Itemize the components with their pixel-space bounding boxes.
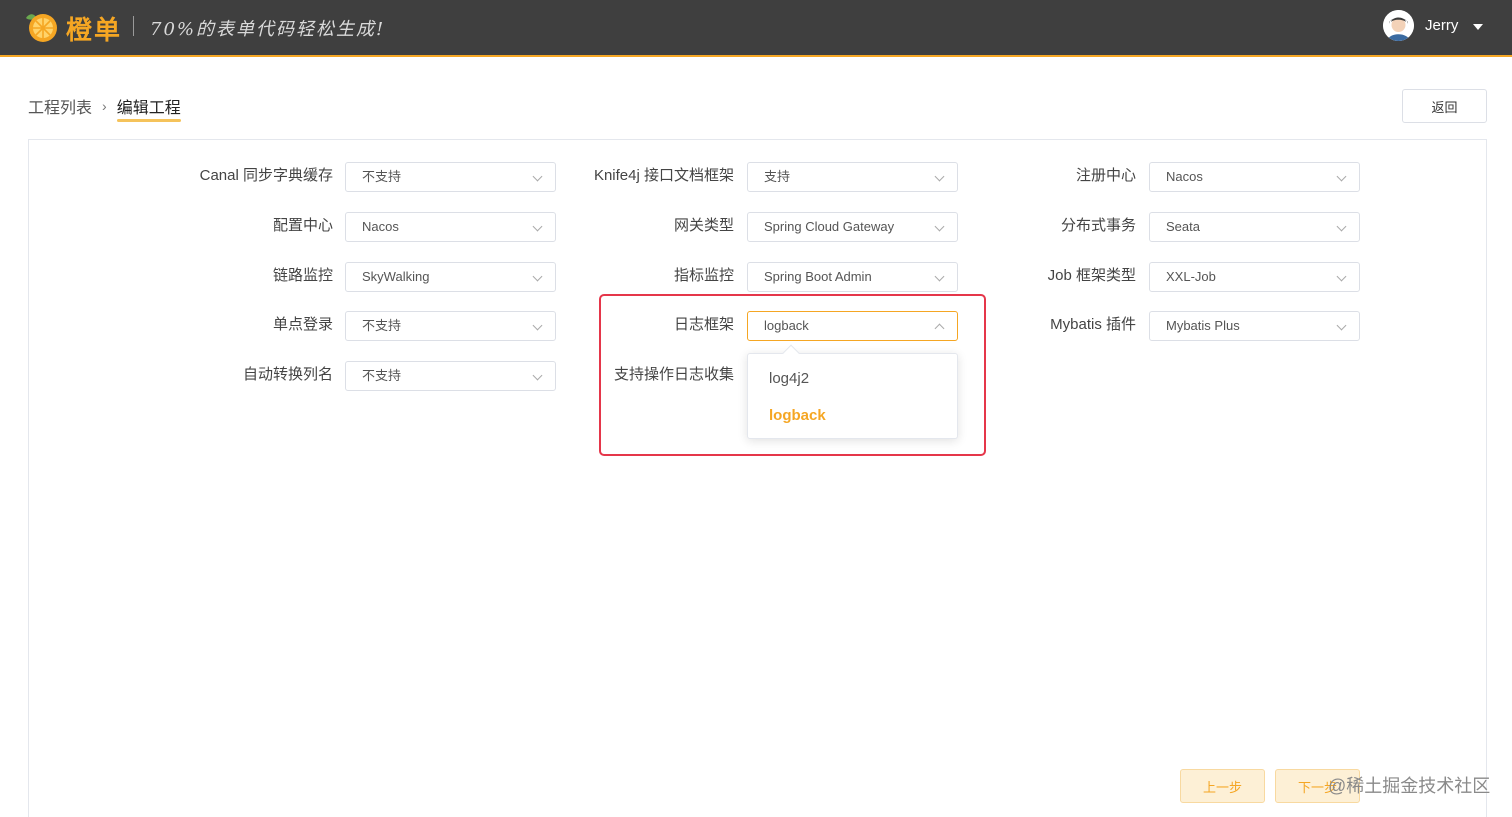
prev-step-button[interactable]: 上一步 — [1180, 769, 1265, 803]
select-value: Spring Cloud Gateway — [764, 219, 895, 234]
field-label-job: Job 框架类型 — [1047, 267, 1136, 284]
field-label-config-center: 配置中心 — [272, 217, 333, 234]
select-distributed-tx[interactable]: Seata — [1149, 212, 1360, 242]
chevron-down-icon — [1336, 171, 1347, 182]
watermark: @稀土掘金技术社区 — [1328, 776, 1491, 796]
select-value: 不支持 — [362, 169, 402, 184]
select-auto-column[interactable]: 不支持 — [345, 361, 556, 391]
caret-down-icon[interactable] — [1473, 24, 1483, 30]
field-label-distributed-tx: 分布式事务 — [1060, 217, 1136, 234]
chevron-down-icon — [1336, 271, 1347, 282]
select-value: Nacos — [362, 219, 399, 234]
chevron-down-icon — [532, 370, 543, 381]
select-canal[interactable]: 不支持 — [345, 162, 556, 192]
orange-logo-icon — [26, 14, 57, 42]
field-label-auto-column: 自动转换列名 — [242, 366, 333, 383]
select-value: 不支持 — [362, 368, 402, 383]
select-job[interactable]: XXL-Job — [1149, 262, 1360, 292]
select-value: Spring Boot Admin — [764, 269, 872, 284]
chevron-right-icon: › — [102, 98, 107, 114]
logo-text: 橙单 — [66, 16, 123, 46]
chevron-down-icon — [1336, 221, 1347, 232]
field-label-mybatis: Mybatis 插件 — [1050, 316, 1136, 333]
chevron-down-icon — [1336, 320, 1347, 331]
top-header: 橙单 70%的表单代码轻松生成! Jerry — [0, 0, 1512, 57]
field-label-sso: 单点登录 — [272, 316, 333, 333]
chevron-down-icon — [934, 271, 945, 282]
select-value: Mybatis Plus — [1166, 318, 1240, 333]
select-metrics[interactable]: Spring Boot Admin — [747, 262, 958, 292]
select-value: Nacos — [1166, 169, 1203, 184]
breadcrumb-current: 编辑工程 — [116, 94, 181, 122]
select-value: XXL-Job — [1166, 269, 1216, 284]
select-tracing[interactable]: SkyWalking — [345, 262, 556, 292]
chevron-down-icon — [532, 221, 543, 232]
highlight-annotation — [599, 294, 986, 456]
field-label-metrics: 指标监控 — [673, 267, 734, 284]
chevron-down-icon — [934, 221, 945, 232]
field-label-gateway: 网关类型 — [673, 217, 734, 234]
select-gateway[interactable]: Spring Cloud Gateway — [747, 212, 958, 242]
back-button[interactable]: 返回 — [1402, 89, 1487, 123]
select-value: 不支持 — [362, 318, 402, 333]
breadcrumb: 工程列表 › 编辑工程 — [28, 94, 181, 122]
chevron-down-icon — [532, 320, 543, 331]
select-value: Seata — [1166, 219, 1200, 234]
chevron-down-icon — [532, 171, 543, 182]
logo-divider — [133, 16, 134, 36]
user-avatar-icon — [1383, 10, 1414, 41]
select-config-center[interactable]: Nacos — [345, 212, 556, 242]
select-knife4j[interactable]: 支持 — [747, 162, 958, 192]
chevron-down-icon — [934, 171, 945, 182]
user-name[interactable]: Jerry — [1425, 17, 1458, 34]
select-mybatis[interactable]: Mybatis Plus — [1149, 311, 1360, 341]
header-slogan: 70%的表单代码轻松生成! — [150, 19, 386, 40]
chevron-down-icon — [532, 271, 543, 282]
field-label-tracing: 链路监控 — [272, 267, 333, 284]
select-value: 支持 — [764, 169, 791, 184]
select-value: SkyWalking — [362, 269, 430, 284]
field-label-knife4j: Knife4j 接口文档框架 — [593, 167, 734, 184]
breadcrumb-parent[interactable]: 工程列表 — [28, 94, 92, 118]
select-sso[interactable]: 不支持 — [345, 311, 556, 341]
field-label-registry: 注册中心 — [1075, 167, 1136, 184]
field-label-canal: Canal 同步字典缓存 — [199, 167, 333, 184]
select-registry[interactable]: Nacos — [1149, 162, 1360, 192]
avatar[interactable] — [1383, 10, 1414, 41]
